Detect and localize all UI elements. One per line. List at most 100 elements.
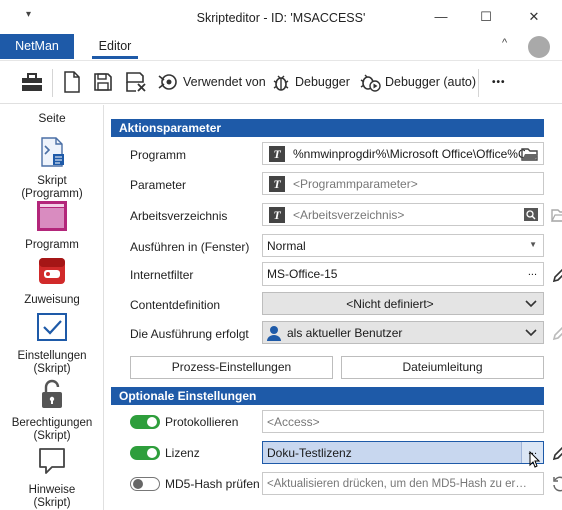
program-field[interactable]: T %nmwinprogdir%\Microsoft Office\Office…: [262, 142, 544, 165]
debugger-label: Debugger: [295, 75, 350, 89]
sidebar-item-label: Hinweise (Skript): [28, 484, 76, 509]
text-type-icon: T: [269, 145, 285, 162]
sidebar-item-label: Berechtigungen (Skript): [11, 417, 93, 442]
sidebar-item-label: Einstellungen (Skript): [17, 350, 87, 375]
protokoll-toggle[interactable]: [130, 415, 160, 429]
close-button[interactable]: ✕: [519, 6, 549, 28]
md5-field[interactable]: <Aktualisieren drücken, um den MD5-Hash …: [262, 472, 544, 495]
program-label: Programm: [130, 148, 187, 162]
sidebar-item-label: Zuweisung: [24, 294, 80, 306]
chevron-down-icon: [525, 300, 537, 308]
lizenz-toggle[interactable]: [130, 446, 160, 460]
refresh-icon[interactable]: [551, 475, 562, 493]
program-value: %nmwinprogdir%\Microsoft Office\Office%O…: [293, 146, 525, 161]
new-button[interactable]: [63, 69, 81, 95]
contentdef-select[interactable]: <Nicht definiert>: [262, 292, 544, 315]
run-in-label: Ausführen in (Fenster): [130, 240, 250, 254]
chevron-down-icon: ▼: [529, 240, 537, 249]
pencil-icon: [552, 326, 562, 341]
file-redirect-button[interactable]: Dateiumleitung: [341, 356, 544, 379]
save-button[interactable]: [93, 69, 113, 95]
sidebar-item-program[interactable]: Programm: [0, 200, 104, 252]
lizenz-label: Lizenz: [165, 446, 200, 460]
checkmark-icon: [37, 313, 67, 341]
internetfilter-label: Internetfilter: [130, 268, 194, 282]
md5-toggle[interactable]: [130, 477, 160, 491]
protokoll-value: <Access>: [267, 414, 320, 429]
parameter-field[interactable]: T <Programmparameter>: [262, 172, 544, 195]
collapse-ribbon-icon[interactable]: ^: [502, 37, 507, 49]
folder-icon[interactable]: [551, 207, 562, 223]
sidebar-item-label: Programm: [25, 239, 79, 251]
internetfilter-field[interactable]: MS-Office-15 ...: [262, 262, 544, 286]
speech-bubble-icon: [39, 448, 65, 474]
save-icon: [94, 73, 112, 91]
workdir-field[interactable]: T <Arbeitsverzeichnis>: [262, 203, 544, 226]
md5-label: MD5-Hash prüfen: [165, 477, 260, 491]
assignment-icon: [39, 258, 65, 284]
sidebar-item-notes[interactable]: Hinweise (Skript): [0, 445, 104, 510]
pencil-icon[interactable]: [551, 444, 562, 462]
ribbon-tab-bar: NetMan Editor ^: [0, 34, 562, 60]
lizenz-field[interactable]: Doku-Testlizenz ...: [262, 441, 544, 468]
tab-netman[interactable]: NetMan: [0, 34, 74, 59]
mouse-cursor-icon: [529, 451, 541, 468]
title-bar: ▾ Skripteditor - ID: 'MSACCESS' — ☐ ✕: [0, 0, 562, 34]
debugger-auto-button[interactable]: Debugger (auto): [359, 69, 476, 95]
protokoll-field[interactable]: <Access>: [262, 410, 544, 433]
section-heading-optional-settings: Optionale Einstellungen: [111, 387, 544, 405]
contentdef-label: Contentdefinition: [130, 298, 221, 312]
used-by-button[interactable]: Verwendet von: [157, 69, 266, 95]
script-page-icon: [41, 137, 64, 167]
used-by-icon: [158, 74, 177, 90]
run-in-select[interactable]: Normal ▼: [262, 234, 544, 257]
parameter-placeholder: <Programmparameter>: [293, 176, 418, 191]
save-close-icon: [126, 72, 146, 92]
new-document-icon: [64, 71, 80, 93]
workdir-label: Arbeitsverzeichnis: [130, 209, 228, 223]
tab-editor[interactable]: Editor: [92, 34, 138, 59]
debugger-button[interactable]: Debugger: [271, 69, 350, 95]
section-heading-action-parameters: Aktionsparameter: [111, 119, 544, 137]
toolbar-separator: [52, 69, 53, 97]
maximize-button[interactable]: ☐: [471, 6, 501, 28]
execution-value: als aktueller Benutzer: [287, 325, 403, 340]
text-type-icon: T: [269, 175, 285, 192]
more-icon: •••: [492, 76, 506, 88]
bug-icon: [273, 75, 289, 91]
ellipsis-button[interactable]: ...: [528, 266, 537, 278]
contentdef-value: <Nicht definiert>: [346, 296, 434, 311]
md5-placeholder: <Aktualisieren drücken, um den MD5-Hash …: [267, 477, 527, 490]
sidebar-item-permissions[interactable]: Berechtigungen (Skript): [0, 378, 104, 443]
toolbar: Verwendet von Debugger Debugger (auto) •…: [0, 60, 562, 104]
workdir-placeholder: <Arbeitsverzeichnis>: [293, 207, 405, 222]
more-button[interactable]: •••: [492, 69, 506, 95]
execution-select[interactable]: als aktueller Benutzer: [262, 321, 544, 344]
unlock-icon: [42, 379, 62, 408]
parameter-label: Parameter: [130, 178, 187, 192]
minimize-button[interactable]: —: [426, 6, 456, 28]
pencil-icon[interactable]: [551, 266, 562, 284]
bug-play-icon: [360, 74, 381, 92]
lizenz-value: Doku-Testlizenz: [267, 445, 352, 460]
internetfilter-value: MS-Office-15: [267, 267, 338, 281]
sidebar-item-label: Skript (Programm): [21, 175, 83, 200]
sidebar-item-script[interactable]: Skript (Programm): [0, 136, 104, 201]
program-window-icon: [37, 201, 67, 231]
protokoll-label: Protokollieren: [165, 415, 239, 429]
sidebar-item-assignment[interactable]: Zuweisung: [0, 255, 104, 307]
toolbox-button[interactable]: [20, 69, 44, 95]
used-by-label: Verwendet von: [183, 75, 266, 89]
run-in-value: Normal: [267, 238, 306, 253]
process-settings-button[interactable]: Prozess-Einstellungen: [130, 356, 333, 379]
user-icon: [267, 325, 281, 341]
avatar[interactable]: [528, 36, 550, 58]
search-icon[interactable]: [524, 208, 538, 221]
sidebar-item-settings[interactable]: Einstellungen (Skript): [0, 311, 104, 376]
execution-label: Die Ausführung erfolgt: [130, 327, 249, 341]
toolbar-separator: [478, 69, 479, 97]
main-panel: Aktionsparameter Programm T %nmwinprogdi…: [111, 113, 562, 510]
folder-open-icon[interactable]: [521, 146, 539, 162]
save-close-button[interactable]: [125, 69, 147, 95]
text-type-icon: T: [269, 206, 285, 223]
